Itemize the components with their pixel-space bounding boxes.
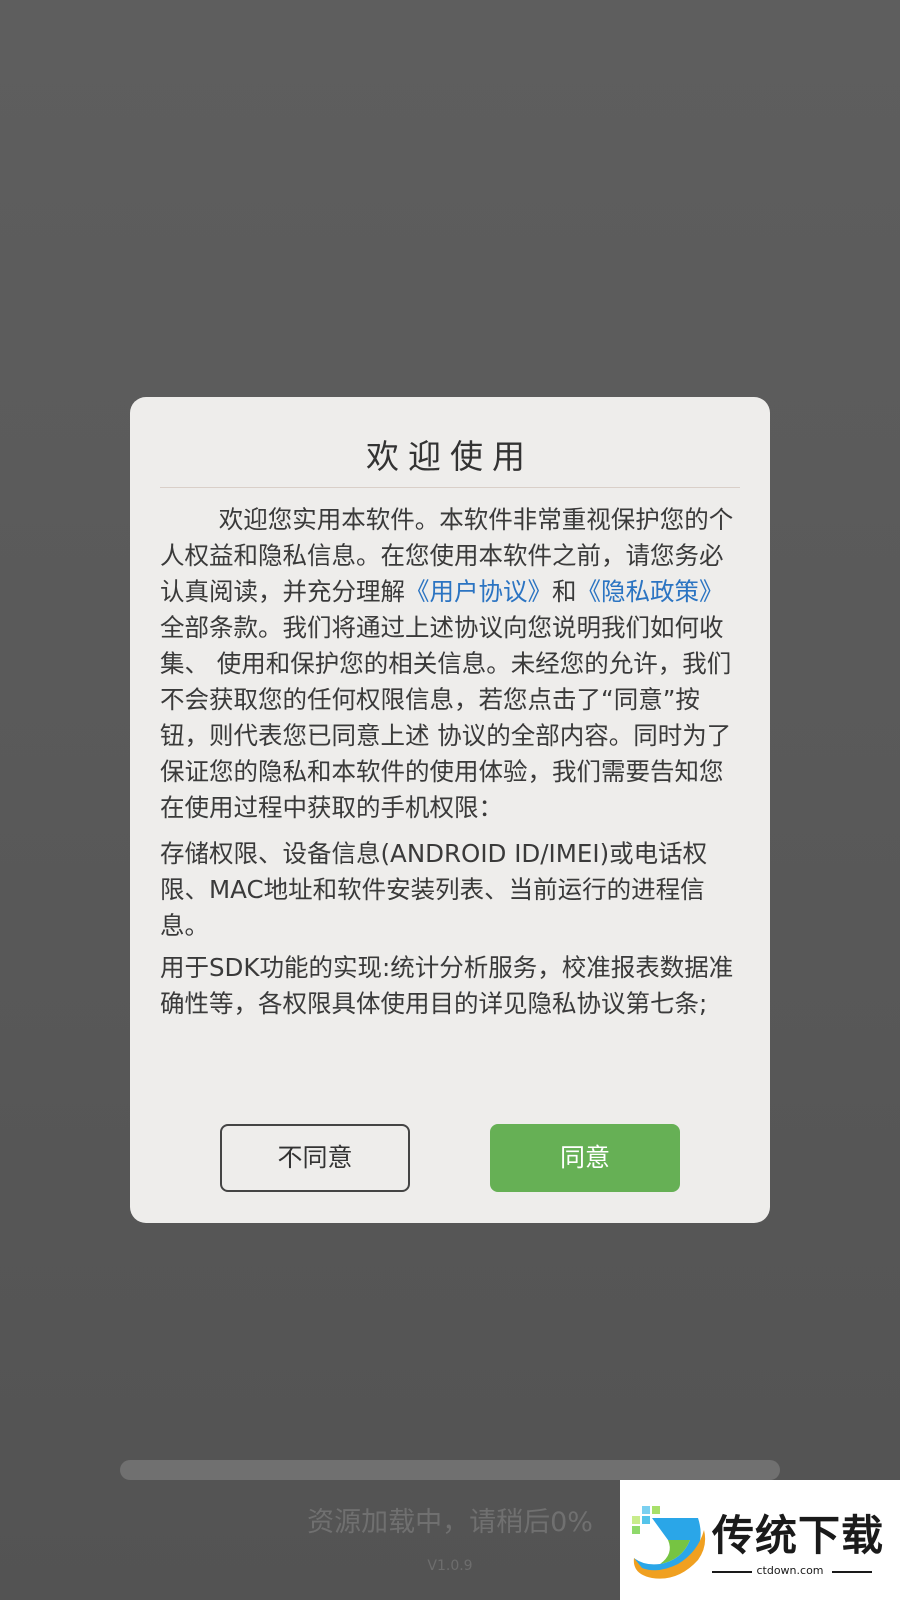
privacy-policy-link[interactable]: 《隐私政策》 (577, 577, 724, 606)
intro-text-and: 和 (552, 577, 577, 606)
watermark-title: 传统下载 (712, 1511, 885, 1560)
sdk-usage-paragraph: 用于SDK功能的实现:统计分析服务，校准报表数据准确性等，各权限具体使用目的详见… (160, 953, 734, 1018)
intro-paragraph: 欢迎您实用本软件。本软件非常重视保护您的个人权益和隐私信息。在您使用本软件之前，… (160, 502, 740, 826)
agree-button[interactable]: 同意 (490, 1124, 680, 1192)
intro-text-end: 全部条款。我们将通过上述协议向您说明我们如何收集、 使用和保护您的相关信息。未经… (160, 613, 732, 822)
watermark-logo-icon (632, 1506, 706, 1579)
permissions-paragraph: 存储权限、设备信息(ANDROID ID/IMEI)或电话权限、MAC地址和软件… (160, 839, 708, 940)
watermark-badge: 传统下载 ctdown.com (620, 1480, 900, 1600)
dialog-title: 欢迎使用 (366, 437, 534, 476)
watermark-line-right (832, 1571, 872, 1573)
disagree-button[interactable]: 不同意 (220, 1124, 410, 1192)
user-agreement-link[interactable]: 《用户协议》 (405, 577, 552, 606)
loading-progress-bar (120, 1460, 780, 1480)
privacy-dialog: 欢迎使用 欢迎您实用本软件。本软件非常重视保护您的个人权益和隐私信息。在您使用本… (130, 397, 770, 1223)
dialog-buttons: 不同意 同意 (130, 1124, 770, 1192)
title-divider (160, 487, 740, 488)
